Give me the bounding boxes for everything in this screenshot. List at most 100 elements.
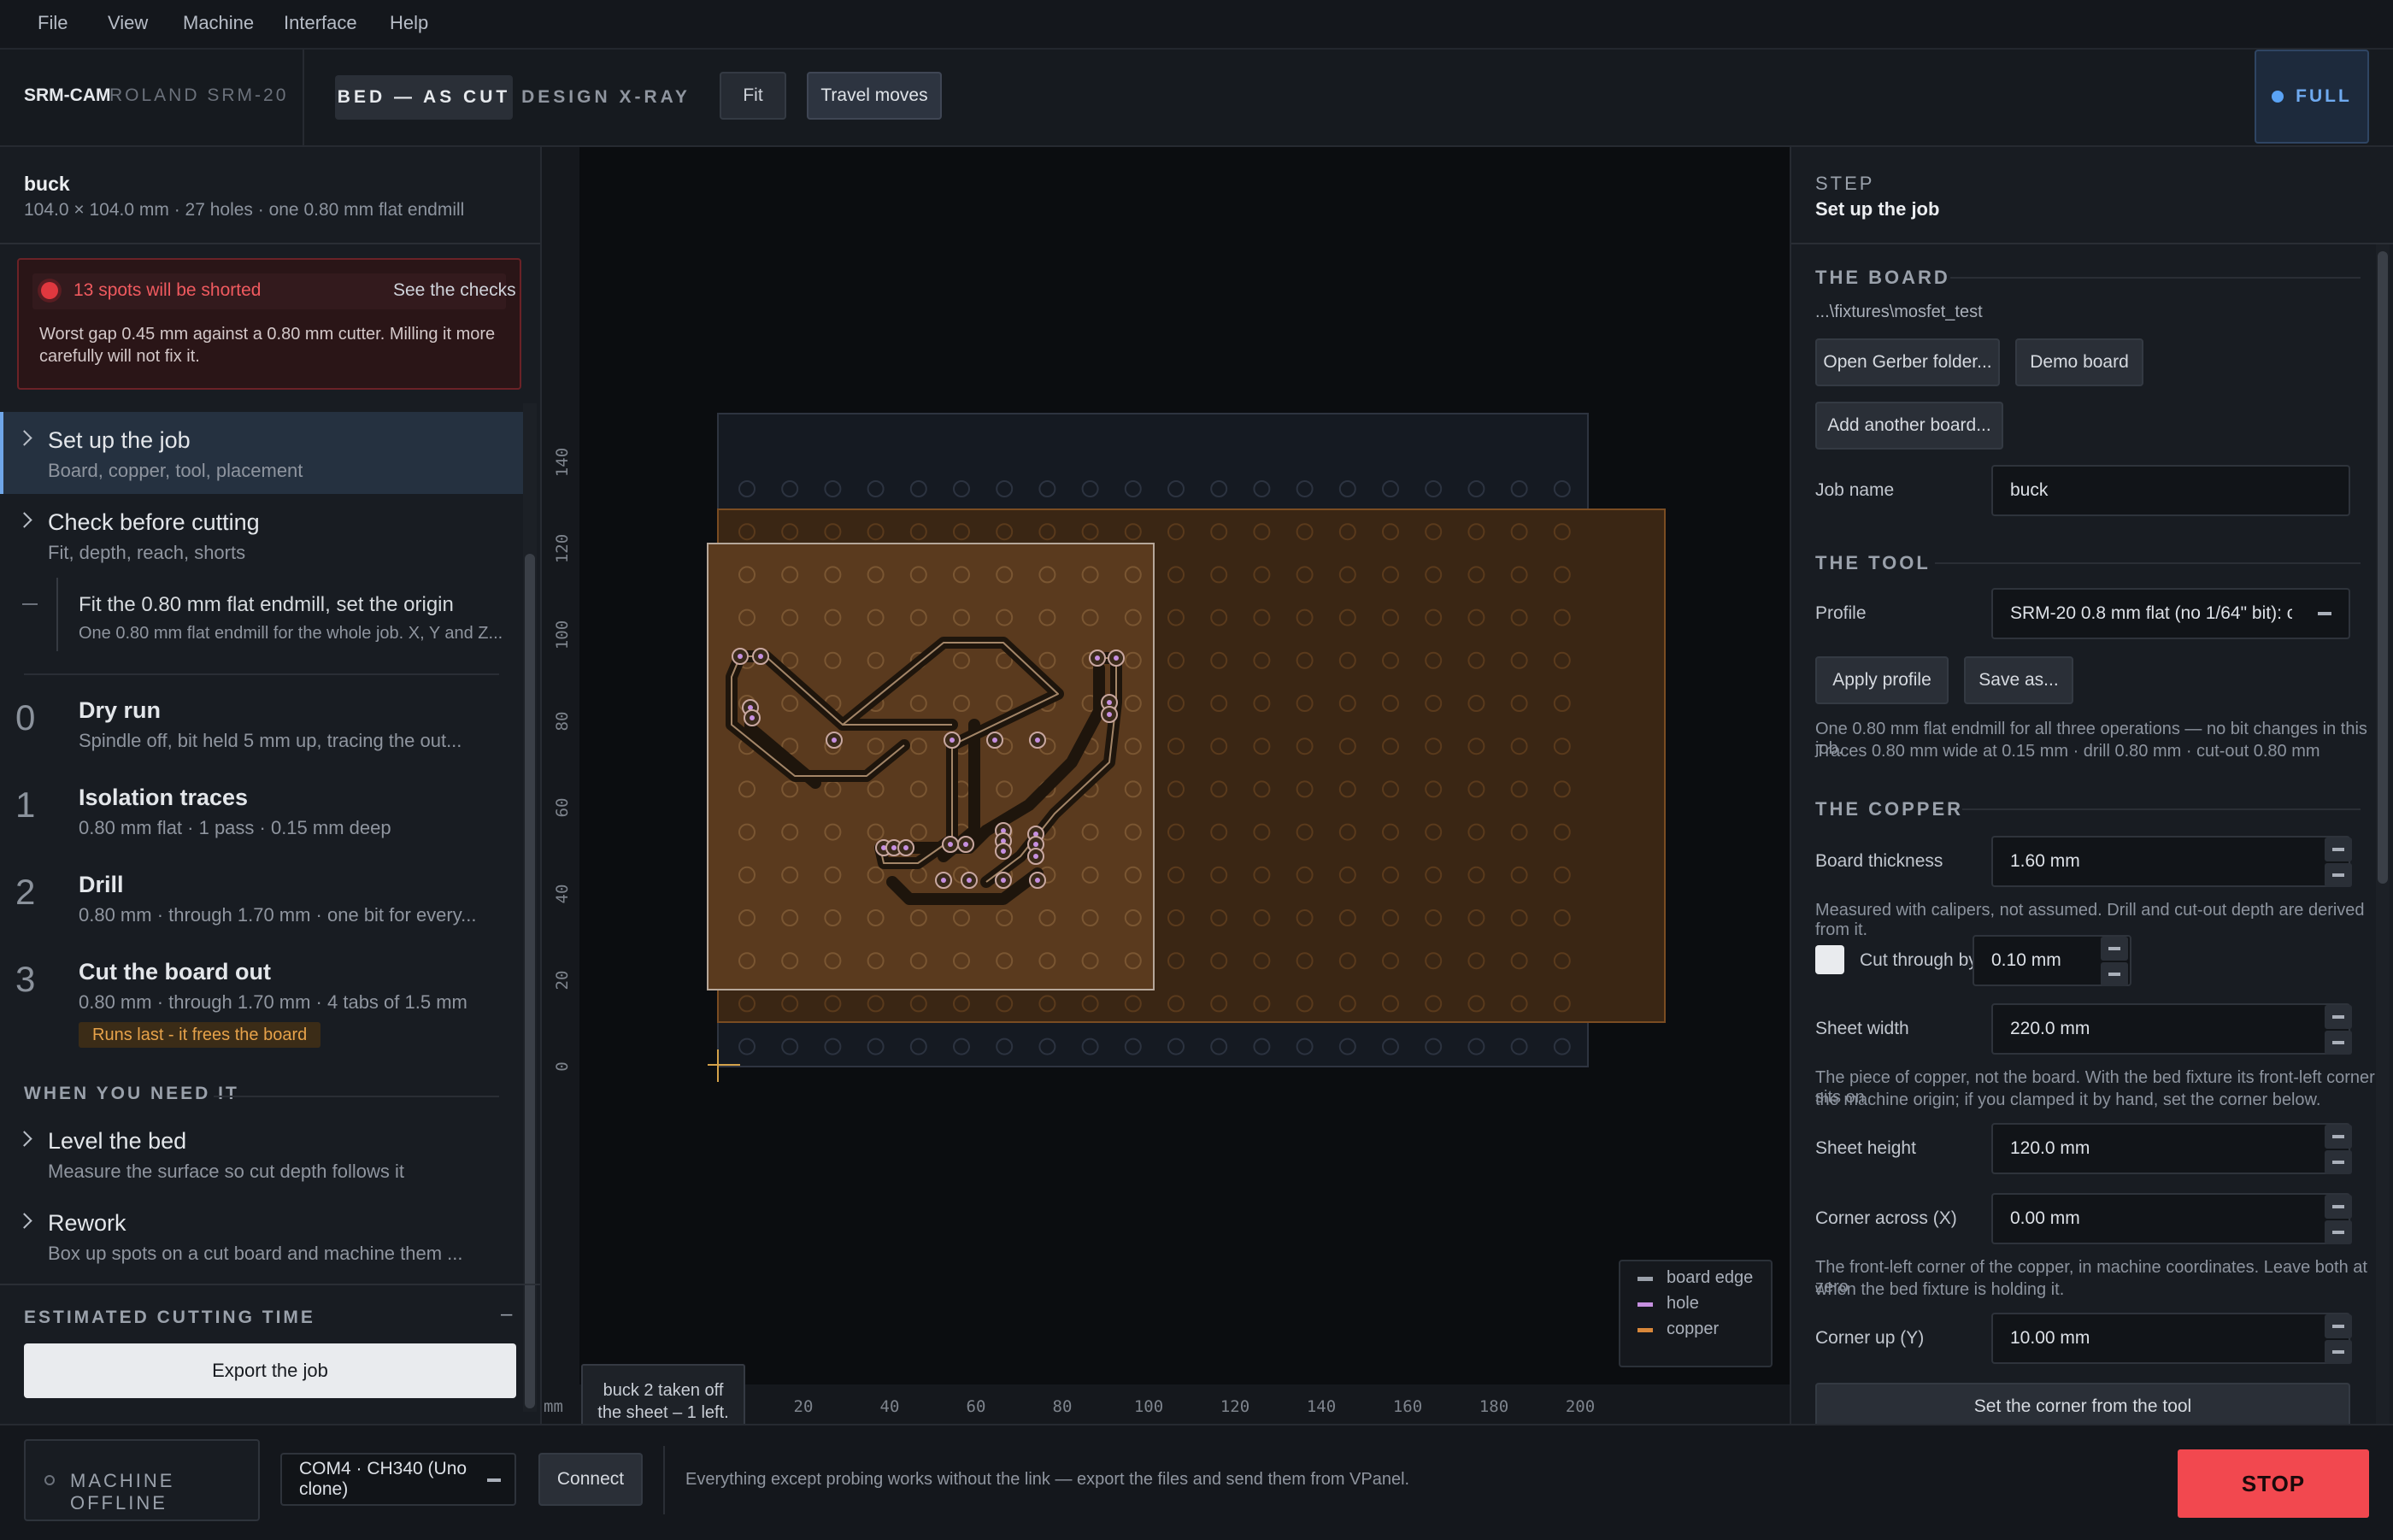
- rework-sub: Box up spots on a cut board and machine …: [48, 1243, 463, 1264]
- chevron-right-icon: [16, 1131, 32, 1147]
- step-fit-tool[interactable]: Fit the 0.80 mm flat endmill, set the or…: [0, 578, 523, 651]
- left-scrollbar-thumb[interactable]: [525, 554, 535, 1408]
- left-scrollbar[interactable]: [523, 403, 537, 1412]
- demo-board-button[interactable]: Demo board: [2015, 338, 2143, 386]
- full-label: FULL: [2296, 86, 2352, 106]
- cut-through-decrement[interactable]: [2101, 962, 2128, 986]
- canvas-legend: board edge hole copper: [1619, 1260, 1773, 1367]
- view-xray-tab[interactable]: DESIGN X-RAY: [521, 75, 691, 120]
- sheet-height-decrement[interactable]: [2325, 1150, 2352, 1174]
- cut-through-increment[interactable]: [2101, 937, 2128, 961]
- corner-y-decrement[interactable]: [2325, 1340, 2352, 1364]
- corner-y-label: Corner up (Y): [1815, 1328, 1925, 1348]
- toolbar-divider: [303, 50, 304, 145]
- add-board-button[interactable]: Add another board...: [1815, 402, 2003, 450]
- y-tick-label: 140: [553, 448, 572, 477]
- menu-bar: File View Machine Interface Help: [0, 0, 2393, 50]
- right-scrollbar-thumb[interactable]: [2378, 251, 2388, 884]
- op-number: 1: [15, 785, 36, 825]
- sheet-height-increment[interactable]: [2325, 1125, 2352, 1149]
- legend-swatch: [1637, 1277, 1653, 1281]
- open-gerber-button[interactable]: Open Gerber folder...: [1815, 338, 2000, 386]
- step-setup-title: Set up the job: [48, 427, 191, 453]
- when-header: WHEN YOU NEED IT: [24, 1084, 239, 1103]
- drill-hole: [948, 842, 953, 847]
- op-number: 2: [15, 872, 36, 912]
- full-view-button[interactable]: FULL: [2255, 50, 2369, 144]
- bed-canvas[interactable]: 0 20 40 60 80 100 120 140 20 40 60 80 100 120 140 160 1…: [542, 147, 1790, 1439]
- job-name-input[interactable]: buck: [1991, 465, 2350, 516]
- machine-status: MACHINE OFFLINE: [24, 1439, 260, 1521]
- corner-y-increment[interactable]: [2325, 1314, 2352, 1338]
- menu-file[interactable]: File: [38, 12, 68, 34]
- bed-view-svg[interactable]: 0 20 40 60 80 100 120 140 20 40 60 80 100 120 140 160 1…: [542, 147, 1790, 1424]
- save-as-button[interactable]: Save as...: [1964, 656, 2073, 704]
- op-dry-run[interactable]: 0 Dry run Spindle off, bit held 5 mm up,…: [0, 684, 523, 767]
- profile-select[interactable]: SRM-20 0.8 mm flat (no 1/64" bit): coars…: [1991, 588, 2350, 639]
- right-scrollbar[interactable]: [2376, 244, 2390, 1424]
- op-number: 3: [15, 959, 36, 999]
- x-tick-label: 20: [794, 1397, 814, 1416]
- step-fit-title: Fit the 0.80 mm flat endmill, set the or…: [79, 593, 454, 616]
- op-cut-out[interactable]: 3 Cut the board out 0.80 mm · through 1.…: [0, 945, 523, 1065]
- step-check[interactable]: Check before cutting Fit, depth, reach, …: [0, 494, 523, 576]
- corner-note-2: when the bed fixture is holding it.: [1815, 1280, 2065, 1299]
- drill-hole: [1001, 849, 1006, 854]
- thickness-increment[interactable]: [2325, 838, 2352, 861]
- fit-button[interactable]: Fit: [720, 72, 786, 120]
- connect-button[interactable]: Connect: [538, 1453, 643, 1506]
- tool-level-bed[interactable]: Level the bed Measure the surface so cut…: [0, 1113, 523, 1191]
- menu-machine[interactable]: Machine: [183, 12, 254, 34]
- job-name-label: Job name: [1815, 480, 1895, 500]
- see-checks-link[interactable]: See the checks: [393, 280, 516, 301]
- sheet-width-increment[interactable]: [2325, 1005, 2352, 1029]
- op-sub: 0.80 mm · through 1.70 mm · 4 tabs of 1.…: [79, 991, 467, 1013]
- corner-x-decrement[interactable]: [2325, 1220, 2352, 1244]
- menu-view[interactable]: View: [108, 12, 148, 34]
- step-check-sub: Fit, depth, reach, shorts: [48, 542, 246, 563]
- corner-x-input[interactable]: 0.00 mm: [1991, 1193, 2350, 1244]
- set-corner-button[interactable]: Set the corner from the tool: [1815, 1383, 2350, 1424]
- op-drill[interactable]: 2 Drill 0.80 mm · through 1.70 mm · one …: [0, 858, 523, 942]
- drill-hole: [950, 738, 955, 743]
- drill-hole: [1001, 878, 1006, 883]
- chevron-right-icon: [16, 1213, 32, 1229]
- cut-through-checkbox[interactable]: [1815, 945, 1844, 974]
- view-bed-tab[interactable]: BED — AS CUT: [335, 75, 513, 120]
- x-tick-label: 100: [1134, 1397, 1163, 1416]
- step-label: STEP: [1815, 173, 1875, 194]
- travel-moves-toggle[interactable]: Travel moves: [807, 72, 942, 120]
- estimate-collapse-toggle[interactable]: –: [501, 1302, 512, 1326]
- menu-help[interactable]: Help: [390, 12, 428, 34]
- op-isolation[interactable]: 1 Isolation traces 0.80 mm flat · 1 pass…: [0, 771, 523, 855]
- x-tick-label: 180: [1479, 1397, 1508, 1416]
- corner-y-input[interactable]: 10.00 mm: [1991, 1313, 2350, 1364]
- drill-hole: [1107, 712, 1112, 717]
- board-header: THE BOARD: [1815, 267, 1950, 288]
- left-panel: buck 104.0 × 104.0 mm · 27 holes · one 0…: [0, 147, 542, 1424]
- thickness-input[interactable]: 1.60 mm: [1991, 836, 2350, 887]
- drill-hole: [1035, 738, 1040, 743]
- menu-interface[interactable]: Interface: [284, 12, 357, 34]
- export-job-button[interactable]: Export the job: [24, 1343, 516, 1398]
- stop-button[interactable]: STOP: [2178, 1449, 2369, 1518]
- tool-rework[interactable]: Rework Box up spots on a cut board and m…: [0, 1195, 523, 1273]
- corner-x-increment[interactable]: [2325, 1195, 2352, 1219]
- port-select[interactable]: COM4 · CH340 (Uno clone): [280, 1453, 516, 1506]
- apply-profile-button[interactable]: Apply profile: [1815, 656, 1949, 704]
- sheet-width-decrement[interactable]: [2325, 1031, 2352, 1055]
- step-setup[interactable]: Set up the job Board, copper, tool, plac…: [0, 412, 523, 494]
- sheet-note-2: the machine origin; if you clamped it by…: [1815, 1090, 2321, 1109]
- port-value: COM4 · CH340 (Uno clone): [299, 1459, 467, 1499]
- sheet-width-input[interactable]: 220.0 mm: [1991, 1003, 2350, 1055]
- y-tick-label: 40: [553, 885, 572, 904]
- sheet-height-input[interactable]: 120.0 mm: [1991, 1123, 2350, 1174]
- x-tick-label: 140: [1307, 1397, 1336, 1416]
- op-number: 0: [15, 697, 36, 738]
- sheet-height-label: Sheet height: [1815, 1138, 1916, 1158]
- thickness-decrement[interactable]: [2325, 863, 2352, 887]
- step-setup-sub: Board, copper, tool, placement: [48, 460, 303, 481]
- drill-hole: [941, 878, 946, 883]
- legend-swatch: [1637, 1302, 1653, 1307]
- job-title: buck: [24, 173, 70, 195]
